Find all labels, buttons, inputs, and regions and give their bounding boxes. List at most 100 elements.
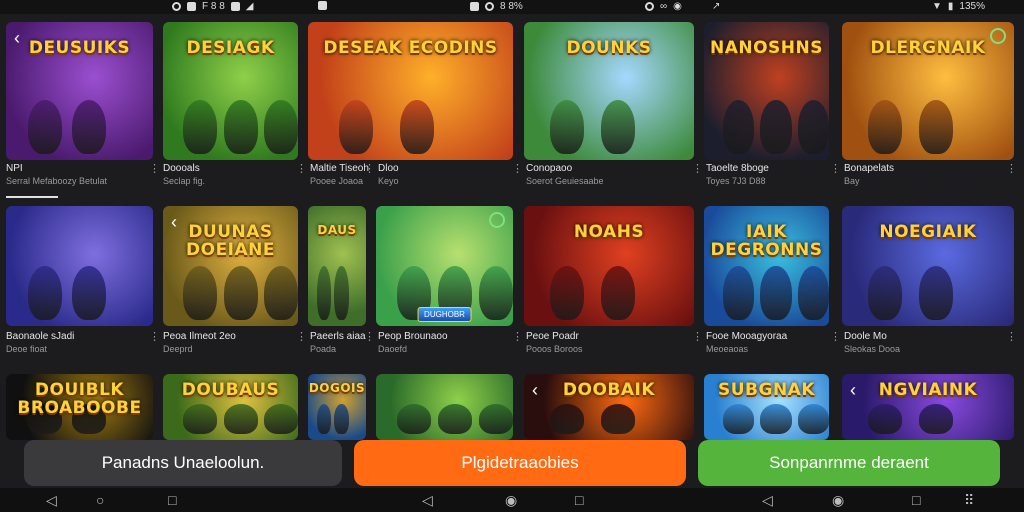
back-icon-3[interactable]: ◁ [762, 493, 773, 507]
more-options-icon[interactable]: ⋮ [296, 162, 307, 175]
character-figure [600, 404, 635, 434]
more-options-icon[interactable]: ⋮ [1006, 162, 1017, 175]
game-meta: Peoe Poadr Pooos Boroos [526, 330, 583, 356]
game-subtitle: Keyo [378, 176, 399, 186]
game-tile[interactable]: DESIAGK [163, 22, 298, 160]
refresh-icon[interactable] [489, 212, 505, 228]
battery-icon: ▮ [947, 1, 954, 12]
back-chevron-icon[interactable]: ‹ [171, 212, 177, 233]
back-chevron-icon[interactable]: ‹ [14, 28, 20, 49]
recents-icon[interactable]: □ [168, 493, 176, 507]
more-options-icon[interactable]: ⋮ [1006, 330, 1017, 343]
character-figure [867, 266, 902, 320]
game-tile[interactable]: DOUIBLK BROABOOBE [6, 374, 153, 440]
game-tile[interactable]: DOUBAUS [163, 374, 298, 440]
game-meta: Taoelte 8boge Toyes 7J3 D88 [706, 162, 769, 188]
character-figure [722, 404, 754, 434]
image-icon [230, 2, 240, 11]
game-logo-text: DESEAK ECODINS [323, 38, 498, 58]
status-text: F 8 8 [202, 1, 225, 12]
game-tile[interactable]: DLERGNAIK [842, 22, 1014, 160]
game-name: Maltie Tiseoh [310, 163, 369, 174]
game-logo-text: DOUBAUS [181, 380, 280, 400]
game-tile[interactable]: SUBGNAK [704, 374, 829, 440]
game-name: Peoe Poadr [526, 331, 579, 342]
game-tile[interactable]: DUUNAS DOEIANE ‹ [163, 206, 298, 326]
game-subtitle: Sleokas Dooa [844, 344, 901, 354]
home-icon[interactable]: ○ [96, 493, 104, 507]
refresh-icon[interactable] [990, 28, 1006, 44]
game-tile[interactable]: DOGOIS [308, 374, 366, 440]
more-options-icon[interactable]: ⋮ [692, 162, 703, 175]
game-subtitle: Pooee Joaoa [310, 176, 364, 186]
recents-icon-2[interactable]: □ [575, 493, 583, 507]
character-figure [316, 266, 332, 320]
more-options-icon[interactable]: ⋮ [296, 330, 307, 343]
character-figure [722, 100, 754, 154]
battery-percent: 135% [959, 1, 985, 12]
game-name: NPI [6, 163, 23, 174]
more-options-icon[interactable]: ⋮ [830, 330, 841, 343]
game-tile[interactable]: DAUS [308, 206, 366, 326]
home-icon-2[interactable]: ◉ [505, 493, 517, 507]
character-figure [437, 404, 472, 434]
game-subtitle: Serral Mefaboozy Betulat [6, 176, 108, 186]
character-figure [264, 404, 298, 434]
tab-indicator [6, 196, 58, 198]
character-figure [600, 266, 635, 320]
more-options-icon[interactable]: ⋮ [512, 330, 523, 343]
more-options-icon[interactable]: ⋮ [364, 162, 375, 175]
game-tile[interactable]: DUGHOBR [376, 206, 513, 326]
back-chevron-icon[interactable]: ‹ [532, 380, 538, 401]
game-tile[interactable]: DOOBAIK ‹ [524, 374, 694, 440]
ring-icon: ◉ [673, 1, 682, 12]
game-meta: Doooals Seclap fig. [163, 162, 205, 188]
character-figure [334, 266, 349, 320]
game-tile[interactable]: NANOSHNS [704, 22, 829, 160]
game-meta: Conopaoo Soerot Geuiesaabe [526, 162, 604, 188]
lock-icon [470, 2, 479, 11]
game-tile[interactable]: DOUNKS [524, 22, 694, 160]
game-name: Dloo [378, 163, 399, 174]
more-options-icon[interactable]: ⋮ [512, 162, 523, 175]
game-logo-text: DUUNAS DOEIANE [186, 222, 275, 260]
timer-icon [645, 2, 654, 11]
character-figure [478, 266, 513, 320]
signal-icon: ◢ [245, 1, 254, 12]
wifi-icon: ▼ [932, 1, 942, 12]
left-action-button[interactable]: Panadns Unaeloolun. [24, 440, 342, 486]
game-tile[interactable]: NOEGIAIK [842, 206, 1014, 326]
link-icon: ∞ [660, 1, 668, 12]
recents-icon-3[interactable]: □ [912, 493, 920, 507]
game-name: Conopaoo [526, 163, 573, 174]
more-options-icon[interactable]: ⋮ [149, 330, 160, 343]
back-icon-2[interactable]: ◁ [422, 493, 433, 507]
game-tile[interactable] [376, 374, 513, 440]
keyboard-icon[interactable]: ⠿ [964, 493, 974, 507]
game-logo-text: DEUSUIKS [28, 38, 131, 58]
game-tile[interactable]: IAIK DEGRONNS [704, 206, 829, 326]
more-options-icon[interactable]: ⋮ [149, 162, 160, 175]
game-tile[interactable] [6, 206, 153, 326]
back-chevron-icon[interactable]: ‹ [850, 380, 856, 401]
character-figure [600, 100, 635, 154]
game-tile[interactable]: NOAHS [524, 206, 694, 326]
back-icon[interactable]: ◁ [46, 493, 57, 507]
status-bar: F 8 8 ◢ 8 8% ∞ ◉ ↗ ▼ ▮ 135% [0, 0, 1024, 14]
game-tile[interactable]: NGVIAINK ‹ [842, 374, 1014, 440]
more-options-icon[interactable]: ⋮ [364, 330, 375, 343]
center-action-button[interactable]: Plgidetraaobies [354, 440, 686, 486]
status-icons-2 [318, 1, 327, 10]
game-tile[interactable]: DESEAK ECODINS [308, 22, 513, 160]
character-figure [867, 404, 902, 434]
character-figure [183, 100, 217, 154]
more-options-icon[interactable]: ⋮ [692, 330, 703, 343]
game-meta: Peoa Ilmeot 2eo Deeprd [163, 330, 236, 356]
home-icon-3[interactable]: ◉ [832, 493, 844, 507]
more-options-icon[interactable]: ⋮ [830, 162, 841, 175]
notification-icon [172, 2, 181, 11]
game-tile[interactable]: DEUSUIKS ‹ [6, 22, 153, 160]
character-figure [72, 100, 107, 154]
game-subtitle: Seclap fig. [163, 176, 206, 186]
right-action-button[interactable]: Sonpanrnme deraent [698, 440, 1000, 486]
